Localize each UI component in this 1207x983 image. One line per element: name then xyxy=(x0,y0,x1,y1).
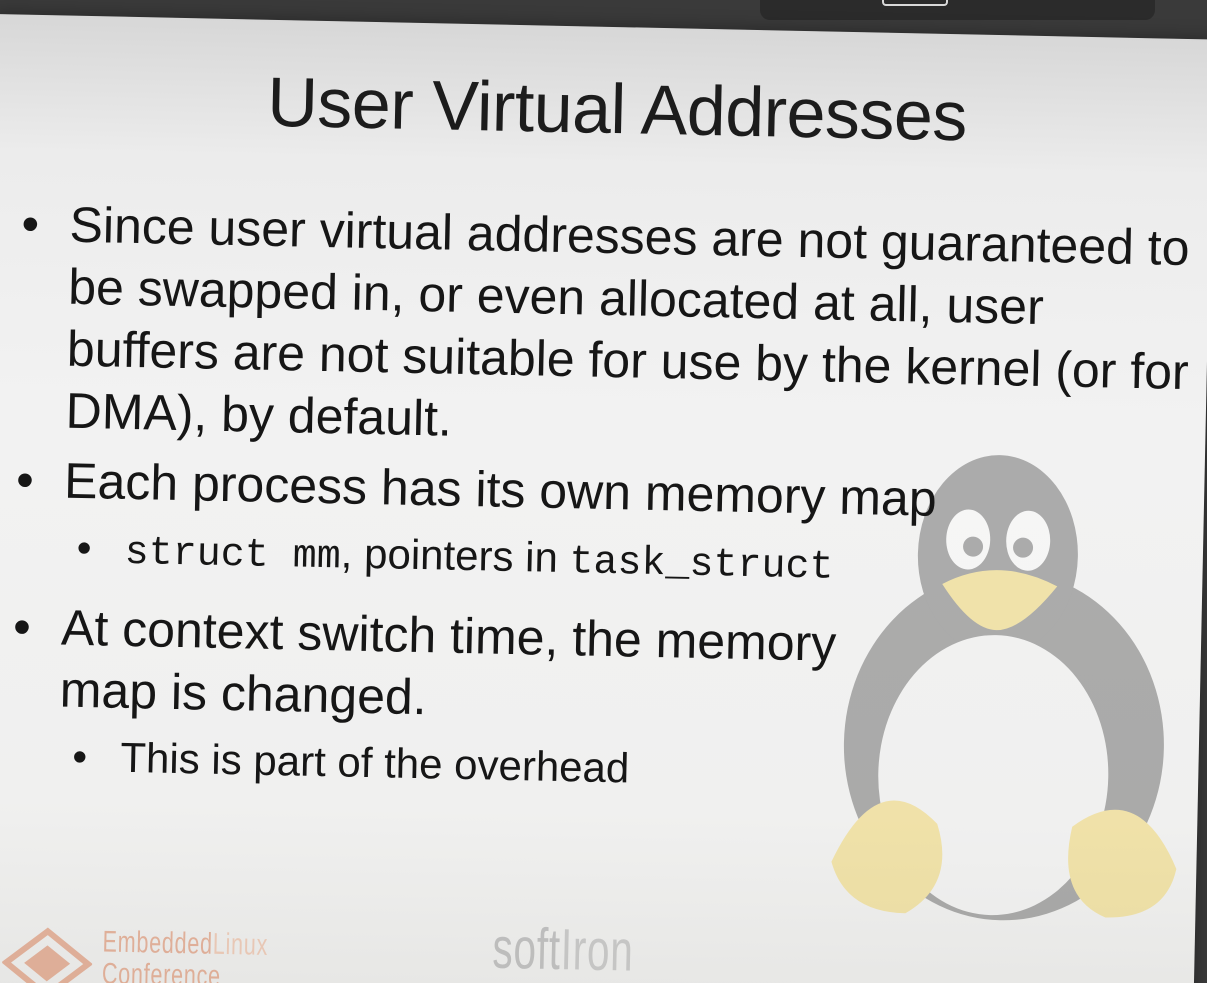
sub-bullet-dot: • xyxy=(71,732,88,781)
sub-bullet-text: , pointers in xyxy=(340,529,571,582)
player-tab-indicator[interactable] xyxy=(882,0,948,6)
softiron-logo: softIron xyxy=(492,915,634,983)
bullet-text: Since user virtual addresses are not gua… xyxy=(65,196,1191,447)
elc-logo-word-1: Embedded xyxy=(102,925,214,961)
elc-logo-icon xyxy=(1,927,93,983)
softiron-logo-word-2: Iron xyxy=(560,917,635,983)
sub-bullet-text: This is part of the overhead xyxy=(119,733,630,792)
slide-title: User Virtual Addresses xyxy=(266,62,968,156)
presentation-slide: User Virtual Addresses • Since user virt… xyxy=(0,14,1207,983)
player-top-bar xyxy=(760,0,1155,20)
bullet-item: • At context switch time, the memory map… xyxy=(11,596,1183,744)
elc-logo-text: EmbeddedLinux Conference xyxy=(101,925,269,983)
bullet-dot: • xyxy=(15,451,35,508)
softiron-logo-word-1: soft xyxy=(491,915,562,983)
sub-bullet-dot: • xyxy=(76,523,93,572)
bullet-dot: • xyxy=(12,598,32,655)
video-frame: User Virtual Addresses • Since user virt… xyxy=(0,0,1207,983)
elc-logo-word-3: Conference xyxy=(101,957,222,983)
bullet-text: At context switch time, the memory map i… xyxy=(59,599,837,726)
elc-logo-word-2: Linux xyxy=(212,927,269,962)
bullet-text: Each process has its own memory map xyxy=(63,452,938,527)
bullet-dot: • xyxy=(21,195,40,252)
code-task-struct: task_struct xyxy=(569,540,834,591)
code-struct-mm: struct mm xyxy=(124,530,342,581)
slide-body: • Since user virtual addresses are not g… xyxy=(10,193,1192,824)
elc-logo: EmbeddedLinux Conference xyxy=(1,922,303,983)
bullet-item: • Since user virtual addresses are not g… xyxy=(17,193,1192,465)
